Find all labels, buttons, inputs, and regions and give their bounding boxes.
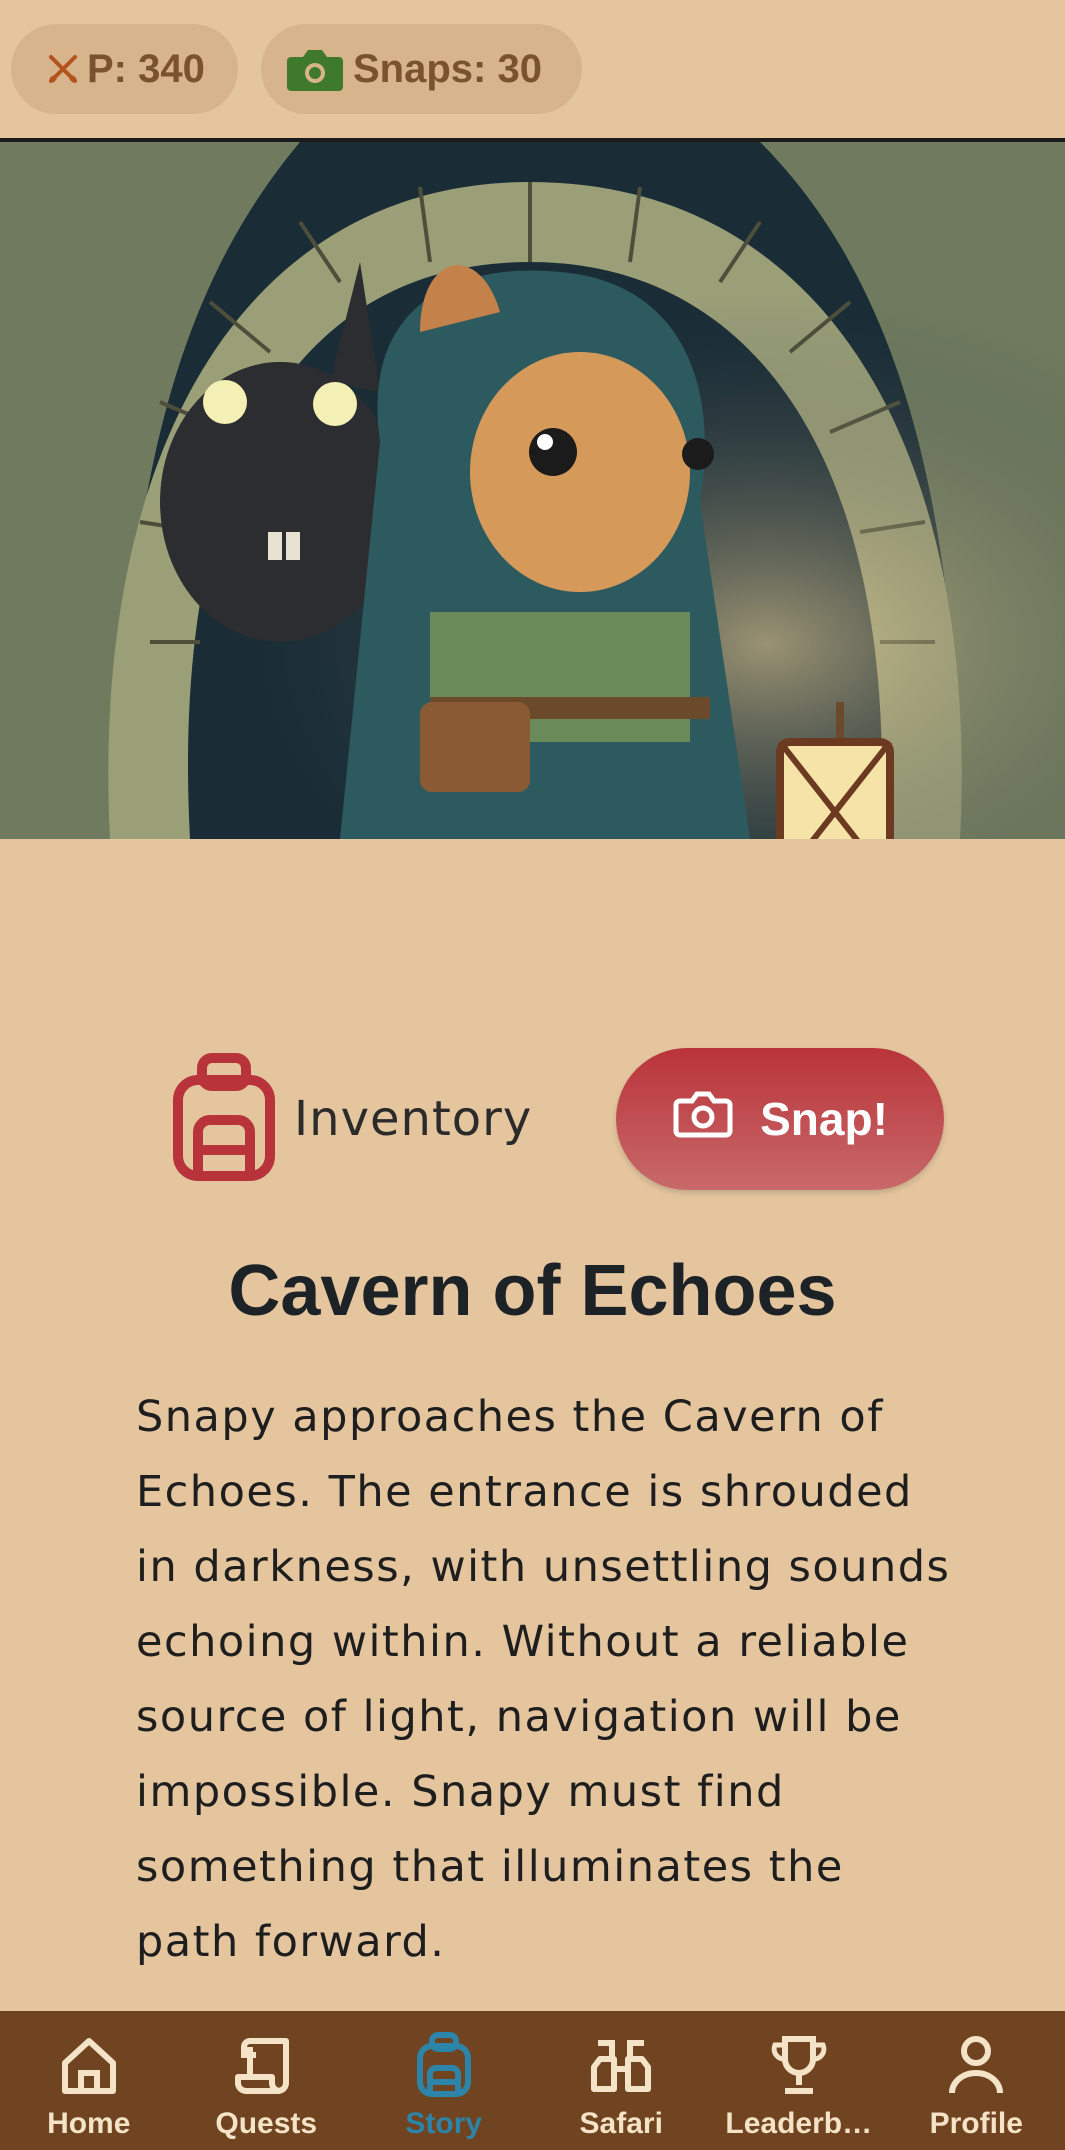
snap-button[interactable]: Snap! (616, 1048, 944, 1190)
nav-label-profile: Profile (929, 2107, 1023, 2140)
snap-label: Snap! (760, 1093, 888, 1145)
story-actions: Inventory Snap! (0, 1040, 1065, 1190)
nav-label-quests: Quests (215, 2107, 318, 2140)
crossed-swords-icon (47, 53, 79, 85)
person-icon (944, 2031, 1008, 2099)
nav-item-profile[interactable]: Profile (888, 2011, 1065, 2150)
scroll-icon (234, 2031, 298, 2099)
nav-item-quests[interactable]: Quests (178, 2011, 356, 2150)
bottom-nav: Home Quests Story Safari Leaderb… Profil… (0, 2011, 1065, 2150)
camera-icon (285, 45, 345, 93)
snaps-label: Snaps: 30 (353, 46, 542, 91)
nav-label-story: Story (405, 2107, 483, 2140)
points-label: P: 340 (87, 46, 205, 91)
home-icon (57, 2031, 121, 2099)
nav-item-leaderboard[interactable]: Leaderb… (710, 2011, 888, 2150)
trophy-icon (767, 2031, 831, 2099)
nav-item-safari[interactable]: Safari (533, 2011, 711, 2150)
snaps-badge: Snaps: 30 (261, 24, 582, 114)
nav-item-home[interactable]: Home (0, 2011, 178, 2150)
status-bar: P: 340 Snaps: 30 (0, 0, 1065, 142)
inventory-label: Inventory (294, 1091, 533, 1147)
story-illustration (0, 142, 1065, 839)
backpack-icon (170, 1052, 278, 1187)
inventory-button[interactable]: Inventory (170, 1052, 533, 1187)
nav-item-story[interactable]: Story (355, 2011, 533, 2150)
nav-label-home: Home (47, 2107, 131, 2140)
camera-icon (672, 1089, 734, 1150)
story-text: Snapy approaches the Cavern of Echoes. T… (136, 1392, 951, 1967)
nav-label-safari: Safari (579, 2107, 663, 2140)
backpack-icon (416, 2031, 472, 2099)
points-badge: P: 340 (11, 24, 238, 114)
nav-label-leaderboard: Leaderb… (725, 2107, 873, 2140)
story-title: Cavern of Echoes (228, 1251, 837, 1331)
cave-scene-image (0, 142, 1065, 839)
binoculars-icon (586, 2031, 656, 2099)
